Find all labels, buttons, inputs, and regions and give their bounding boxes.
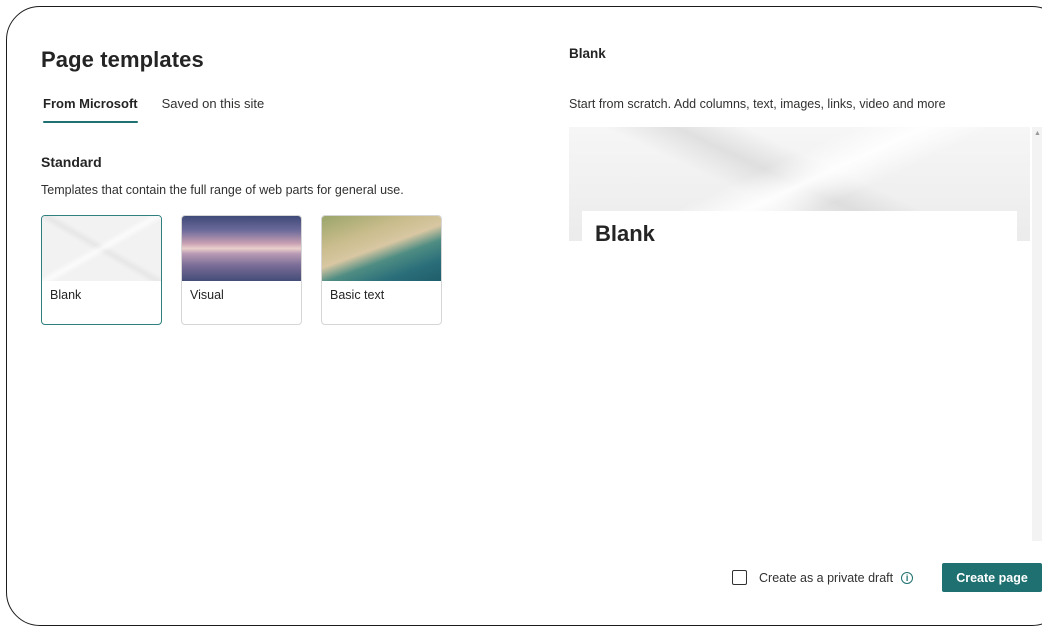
scroll-up-arrow-icon[interactable]: ▲ <box>1034 130 1041 138</box>
template-card-basic-text[interactable]: Basic text <box>321 215 442 325</box>
private-draft-checkbox[interactable] <box>732 570 747 585</box>
preview-title-area: Blank <box>582 211 1017 246</box>
create-page-button[interactable]: Create page <box>942 563 1042 592</box>
dialog-footer: Create as a private draft i <box>732 563 914 592</box>
preview-scrollbar[interactable]: ▲ <box>1032 127 1042 541</box>
template-card-list: Blank Visual Basic text <box>41 215 442 325</box>
template-thumbnail-basic-text <box>322 216 441 281</box>
template-preview: Blank <box>569 127 1030 541</box>
tab-from-microsoft[interactable]: From Microsoft <box>43 96 138 124</box>
template-card-label: Visual <box>190 288 224 302</box>
template-thumbnail-blank <box>42 216 161 281</box>
page-title: Page templates <box>41 47 204 72</box>
template-card-label: Blank <box>50 288 82 302</box>
template-card-visual[interactable]: Visual <box>181 215 302 325</box>
template-card-label: Basic text <box>330 288 385 302</box>
info-icon[interactable]: i <box>901 571 914 584</box>
template-source-tabs: From Microsoft Saved on this site <box>43 96 264 124</box>
private-draft-label: Create as a private draft <box>759 570 894 585</box>
template-thumbnail-visual <box>182 216 301 281</box>
preview-page-title: Blank <box>595 221 655 246</box>
section-heading: Standard <box>41 154 102 170</box>
tab-saved-on-this-site[interactable]: Saved on this site <box>162 96 265 124</box>
preview-title: Blank <box>569 46 606 61</box>
template-card-blank[interactable]: Blank <box>41 215 162 325</box>
preview-description: Start from scratch. Add columns, text, i… <box>569 97 946 111</box>
section-description: Templates that contain the full range of… <box>41 183 404 197</box>
